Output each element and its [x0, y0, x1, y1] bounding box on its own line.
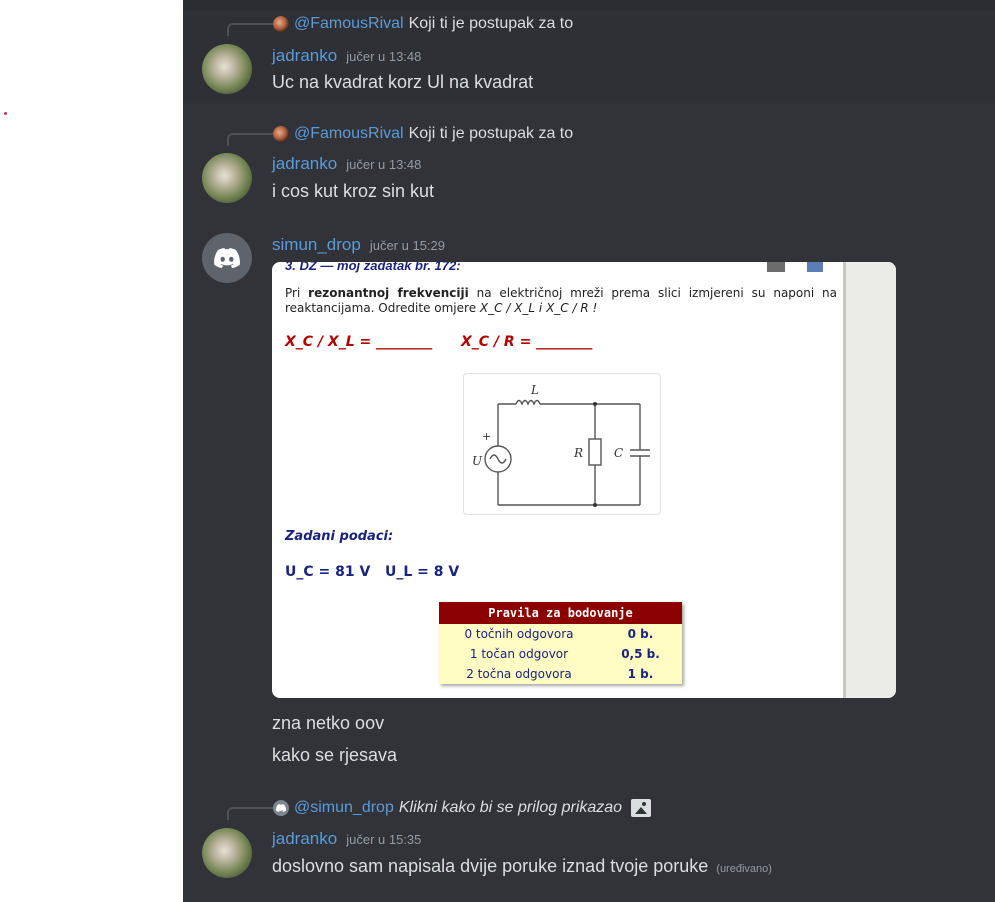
- table-row: 1 točan odgovor 0,5 b.: [439, 644, 682, 664]
- unread-indicator-dot: [4, 112, 7, 115]
- score-value: 1 b.: [599, 664, 682, 684]
- reply-author[interactable]: @FamousRival: [294, 125, 404, 143]
- uc-value: U_C = 81 V: [285, 564, 371, 580]
- label-C: C: [614, 446, 623, 460]
- reply-text: Koji ti je postupak za to: [408, 15, 574, 32]
- label-plus: +: [482, 430, 491, 443]
- reply-avatar: [273, 16, 289, 32]
- reply-preview[interactable]: @FamousRival Koji ti je postupak za to: [273, 13, 573, 35]
- reply-spine: [227, 23, 273, 36]
- score-label: 0 točnih odgovora: [439, 624, 599, 644]
- author-name[interactable]: jadranko: [272, 46, 337, 66]
- ratio-xc-r: X_C / R = ________: [461, 334, 593, 350]
- reply-text: Koji ti je postupak za to: [408, 125, 574, 142]
- reply-text[interactable]: Klikni kako bi se prilog prikazao: [399, 799, 622, 817]
- attachment-question: Pri rezonantnoj frekvenciji na električn…: [285, 286, 838, 315]
- message-text: kako se rjesava: [272, 745, 398, 765]
- reply-spine: [227, 133, 273, 146]
- reply-author[interactable]: @simun_drop: [294, 799, 394, 817]
- message-text: doslovno sam napisala dvije poruke iznad…: [272, 856, 772, 877]
- image-icon: [631, 799, 652, 817]
- timestamp: jučer u 15:35: [346, 832, 422, 847]
- discord-logo-icon: [214, 248, 240, 268]
- label-U: U: [472, 454, 483, 468]
- avatar[interactable]: [202, 828, 252, 878]
- ul-value: U_L = 8 V: [385, 564, 460, 580]
- given-data-label: Zadani podaci:: [285, 529, 394, 544]
- attachment-side-panel: [843, 262, 896, 698]
- avatar[interactable]: [202, 44, 252, 94]
- author-name[interactable]: jadranko: [272, 154, 337, 174]
- reply-spine: [227, 807, 273, 820]
- avatar[interactable]: [202, 233, 252, 283]
- scoring-title: Pravila za bodovanje: [439, 602, 682, 624]
- ratio-xc-xl: X_C / X_L = ________: [285, 334, 433, 350]
- score-label: 1 točan odgovor: [439, 644, 599, 664]
- label-L: L: [530, 383, 539, 397]
- reply-avatar: [273, 800, 289, 816]
- author-name[interactable]: simun_drop: [272, 235, 361, 255]
- print-icon: [767, 262, 785, 272]
- score-value: 0 b.: [599, 624, 682, 644]
- edited-label: (uređivano): [716, 863, 772, 875]
- reply-preview[interactable]: @simun_drop Klikni kako bi se prilog pri…: [273, 797, 652, 819]
- document-icon: [807, 262, 823, 272]
- author-name[interactable]: jadranko: [272, 829, 337, 849]
- score-value: 0,5 b.: [599, 644, 682, 664]
- attachment-header: 3. DZ — moj zadatak br. 172:: [285, 262, 461, 273]
- timestamp: jučer u 13:48: [346, 49, 422, 64]
- label-R: R: [573, 446, 583, 460]
- avatar[interactable]: [202, 153, 252, 203]
- message-header: jadranko jučer u 13:48: [272, 46, 421, 68]
- message-text: Uc na kvadrat korz Ul na kvadrat: [272, 72, 534, 92]
- timestamp: jučer u 15:29: [369, 238, 445, 253]
- reply-avatar: [273, 126, 289, 142]
- message-header: jadranko jučer u 13:48: [272, 154, 421, 176]
- reply-author[interactable]: @FamousRival: [294, 15, 404, 33]
- message-text: zna netko oov: [272, 713, 385, 733]
- table-row: 0 točnih odgovora 0 b.: [439, 624, 682, 644]
- message-text: i cos kut kroz sin kut: [272, 181, 435, 201]
- chat-top-strip: [183, 0, 995, 10]
- message-body: doslovno sam napisala dvije poruke iznad…: [272, 856, 709, 876]
- table-row: 2 točna odgovora 1 b.: [439, 664, 682, 684]
- message-header: simun_drop jučer u 15:29: [272, 235, 445, 257]
- message-header: jadranko jučer u 15:35: [272, 829, 421, 851]
- timestamp: jučer u 13:48: [346, 157, 422, 172]
- left-panel: [0, 0, 183, 902]
- reply-preview[interactable]: @FamousRival Koji ti je postupak za to: [273, 123, 573, 145]
- circuit-diagram: L R C U +: [463, 373, 661, 515]
- score-label: 2 točna odgovora: [439, 664, 599, 684]
- image-attachment[interactable]: 3. DZ — moj zadatak br. 172: Pri rezonan…: [272, 262, 896, 698]
- discord-logo-icon: [276, 804, 286, 812]
- chat-area: @FamousRival Koji ti je postupak za to j…: [183, 0, 995, 902]
- scoring-table: Pravila za bodovanje 0 točnih odgovora 0…: [439, 602, 682, 684]
